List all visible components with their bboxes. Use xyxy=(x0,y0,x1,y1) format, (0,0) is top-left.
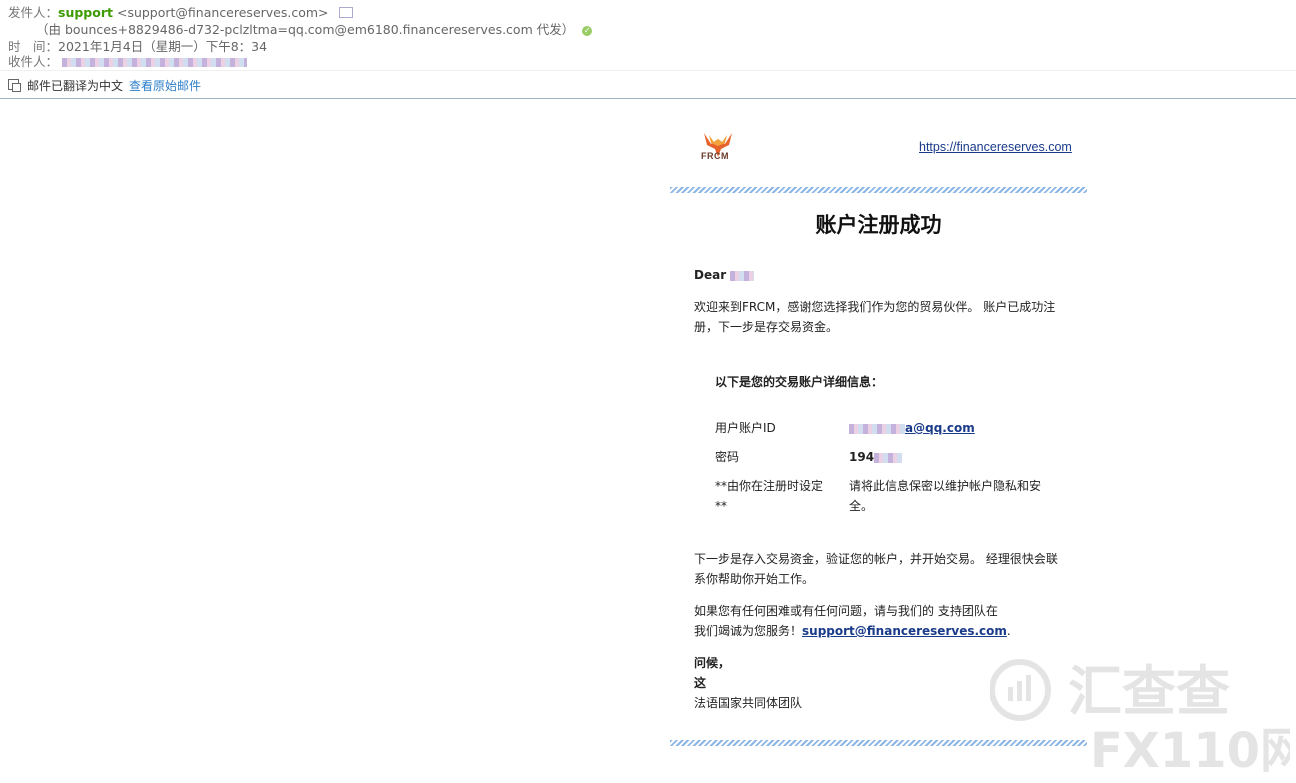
details-heading: 以下是您的交易账户详细信息： xyxy=(715,375,884,389)
next-line: 系你帮助你开始工作。 xyxy=(694,572,815,586)
verified-icon: ✓ xyxy=(582,25,593,36)
greeting-text: Dear xyxy=(694,268,727,282)
password-text: 194 xyxy=(849,450,875,464)
privacy-note: 请将此信息保密以维护帐户隐私和安 全。 xyxy=(849,476,1041,516)
intro-line: 册，下一步是存交易资金。 xyxy=(694,320,839,334)
help-line-text: 我们竭诚为您服务！ xyxy=(694,624,803,638)
team-name: 法语国家共同体团队 xyxy=(694,696,803,710)
password-value: 194 xyxy=(849,447,903,467)
sender-email[interactable]: <support@financereserves.com> xyxy=(117,5,329,20)
privacy-line: 全。 xyxy=(849,499,874,513)
logo-text: FRCM xyxy=(701,151,729,161)
password-label: 密码 xyxy=(715,450,740,464)
view-original-link[interactable]: 查看原始邮件 xyxy=(129,77,201,94)
sender-name[interactable]: support xyxy=(58,5,113,20)
support-email-link[interactable]: support@financereserves.com xyxy=(802,624,1007,638)
next-line: 下一步是存入交易资金，验证您的帐户，并开始交易。 经理很快会联 xyxy=(694,552,1058,566)
email-redacted xyxy=(849,423,905,434)
note: **由你在注册时设定 ** xyxy=(715,476,823,516)
note-line: ** xyxy=(715,499,727,513)
translation-bar: 邮件已翻译为中文 查看原始邮件 xyxy=(0,70,1296,99)
translate-icon xyxy=(8,79,21,92)
signature-this: 这 xyxy=(694,676,707,690)
user-id-label: 用户账户ID xyxy=(715,421,776,435)
watermark-text-2: FX110网 xyxy=(1090,723,1290,775)
recipient-redacted[interactable] xyxy=(62,58,247,67)
name-redacted xyxy=(730,270,755,281)
to-label: 收件人： xyxy=(8,54,59,69)
help-paragraph: 如果您有任何困难或有任何问题，请与我们的 支持团队在 我们竭诚为您服务！supp… xyxy=(694,601,1011,641)
greeting: Dear xyxy=(694,265,755,285)
help-line-2: 我们竭诚为您服务！support@financereserves.com. xyxy=(694,621,1011,641)
translation-status: 邮件已翻译为中文 xyxy=(27,79,124,93)
email-header: 发件人：support <support@financereserves.com… xyxy=(0,0,1296,70)
intro-paragraph: 欢迎来到FRCM，感谢您选择我们作为您的贸易伙伴。 账户已成功注 册，下一步是存… xyxy=(694,297,1055,337)
watermark-text-1: 汇查查 xyxy=(1068,660,1230,723)
site-link[interactable]: https://financereserves.com xyxy=(919,140,1072,154)
note-line: **由你在注册时设定 xyxy=(715,479,824,493)
regards: 问候， xyxy=(694,656,731,670)
intro-line: 欢迎来到FRCM，感谢您选择我们作为您的贸易伙伴。 账户已成功注 xyxy=(694,300,1056,314)
next-steps-paragraph: 下一步是存入交易资金，验证您的帐户，并开始交易。 经理很快会联 系你帮助你开始工… xyxy=(694,549,1058,589)
on-behalf-text: （由 bounces+8829486-d732-pclzltma=qq.com@… xyxy=(36,22,575,37)
from-label: 发件人： xyxy=(8,5,59,20)
help-line: 如果您有任何困难或有任何问题，请与我们的 支持团队在 xyxy=(694,604,998,618)
top-divider xyxy=(670,187,1087,193)
help-period: . xyxy=(1006,624,1011,638)
user-id-value[interactable]: a@qq.com xyxy=(849,418,975,438)
to-row: 收件人： xyxy=(8,51,247,70)
contact-card-icon[interactable] xyxy=(338,7,353,18)
watermark: 汇查查 FX110网 xyxy=(990,659,1290,775)
email-title: 账户注册成功 xyxy=(815,213,942,237)
privacy-line: 请将此信息保密以维护帐户隐私和安 xyxy=(849,479,1042,493)
user-id-text[interactable]: a@qq.com xyxy=(905,421,975,435)
password-redacted xyxy=(874,452,903,463)
bottom-divider xyxy=(670,740,1087,746)
